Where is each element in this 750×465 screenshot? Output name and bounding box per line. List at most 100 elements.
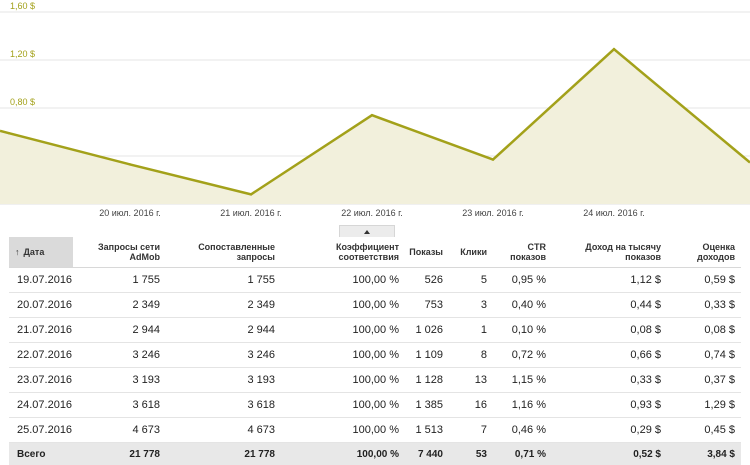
table-row: 25.07.20164 6734 673100,00 %1 51370,46 %… [9,418,741,443]
cell-ecpm: 0,52 $ [552,443,667,465]
cell-clicks: 16 [449,393,493,418]
cell-match-rate: 100,00 % [281,443,405,465]
data-point [371,114,373,116]
cell-date: 21.07.2016 [9,318,73,343]
cell-impressions: 1 513 [405,418,449,443]
table-row: 23.07.20163 1933 193100,00 %1 128131,15 … [9,368,741,393]
cell-earnings: 0,45 $ [667,418,741,443]
y-tick-label: 1,20 $ [10,49,35,59]
cell-impressions: 1 026 [405,318,449,343]
cell-date: Всего [9,443,73,465]
cell-requests: 21 778 [73,443,166,465]
cell-requests: 3 193 [73,368,166,393]
cell-clicks: 3 [449,293,493,318]
cell-clicks: 8 [449,343,493,368]
cell-clicks: 5 [449,268,493,293]
series-area [0,49,750,204]
data-point [250,193,252,195]
x-tick-label: 20 июл. 2016 г. [99,208,161,218]
cell-date: 25.07.2016 [9,418,73,443]
col-header-ecpm[interactable]: Доход на тысячу показов [552,237,667,268]
cell-match-rate: 100,00 % [281,268,405,293]
x-tick-label: 21 июл. 2016 г. [220,208,282,218]
data-point [613,48,615,50]
table-header-row: ↑ Дата Запросы сети AdMob Сопоставленные … [9,237,741,268]
cell-matched: 3 246 [166,343,281,368]
cell-clicks: 53 [449,443,493,465]
cell-clicks: 13 [449,368,493,393]
cell-matched: 21 778 [166,443,281,465]
cell-date: 20.07.2016 [9,293,73,318]
cell-earnings: 0,59 $ [667,268,741,293]
cell-ecpm: 0,66 $ [552,343,667,368]
cell-impressions: 1 109 [405,343,449,368]
col-header-impressions[interactable]: Показы [405,237,449,268]
cell-impressions: 1 385 [405,393,449,418]
col-header-matched[interactable]: Сопоставленные запросы [166,237,281,268]
sort-arrow-icon: ↑ [15,247,20,257]
cell-earnings: 1,29 $ [667,393,741,418]
cell-requests: 2 944 [73,318,166,343]
table-row: 20.07.20162 3492 349100,00 %75330,40 %0,… [9,293,741,318]
cell-ecpm: 0,33 $ [552,368,667,393]
cell-match-rate: 100,00 % [281,343,405,368]
cell-impressions: 7 440 [405,443,449,465]
col-header-earnings[interactable]: Оценка доходов [667,237,741,268]
table-row: 22.07.20163 2463 246100,00 %1 10980,72 %… [9,343,741,368]
cell-matched: 3 193 [166,368,281,393]
cell-ctr: 1,15 % [493,368,552,393]
cell-earnings: 0,74 $ [667,343,741,368]
cell-clicks: 7 [449,418,493,443]
cell-impressions: 526 [405,268,449,293]
cell-date: 24.07.2016 [9,393,73,418]
cell-ctr: 0,71 % [493,443,552,465]
cell-earnings: 0,33 $ [667,293,741,318]
cell-ctr: 0,95 % [493,268,552,293]
cell-earnings: 0,37 $ [667,368,741,393]
data-point [734,149,736,151]
cell-match-rate: 100,00 % [281,393,405,418]
x-tick-label: 23 июл. 2016 г. [462,208,524,218]
cell-match-rate: 100,00 % [281,293,405,318]
col-header-ctr[interactable]: CTR показов [493,237,552,268]
cell-ecpm: 0,08 $ [552,318,667,343]
data-point [129,163,131,165]
cell-ecpm: 0,44 $ [552,293,667,318]
cell-ecpm: 0,29 $ [552,418,667,443]
y-tick-label: 0,80 $ [10,97,35,107]
cell-matched: 2 349 [166,293,281,318]
cell-matched: 4 673 [166,418,281,443]
col-header-clicks[interactable]: Клики [449,237,493,268]
cell-requests: 2 349 [73,293,166,318]
cell-clicks: 1 [449,318,493,343]
cell-ctr: 0,72 % [493,343,552,368]
caret-up-icon [364,230,370,234]
cell-requests: 3 246 [73,343,166,368]
cell-matched: 1 755 [166,268,281,293]
col-header-date[interactable]: ↑ Дата [9,237,73,268]
y-tick-label: 1,60 $ [10,1,35,11]
cell-date: 22.07.2016 [9,343,73,368]
col-header-requests[interactable]: Запросы сети AdMob [73,237,166,268]
cell-requests: 1 755 [73,268,166,293]
data-point [8,132,10,134]
x-tick-label: 22 июл. 2016 г. [341,208,403,218]
cell-match-rate: 100,00 % [281,318,405,343]
earnings-chart: 0,40 $0,80 $1,20 $1,60 $20 июл. 2016 г.2… [0,0,750,228]
cell-impressions: 753 [405,293,449,318]
col-header-match-rate[interactable]: Коэффициент соответствия [281,237,405,268]
table-total-row: Всего21 77821 778100,00 %7 440530,71 %0,… [9,443,741,465]
cell-matched: 3 618 [166,393,281,418]
table-row: 24.07.20163 6183 618100,00 %1 385161,16 … [9,393,741,418]
cell-ecpm: 0,93 $ [552,393,667,418]
earnings-chart-svg: 0,40 $0,80 $1,20 $1,60 $20 июл. 2016 г.2… [0,0,750,228]
cell-ecpm: 1,12 $ [552,268,667,293]
cell-ctr: 0,10 % [493,318,552,343]
cell-ctr: 1,16 % [493,393,552,418]
table-row: 19.07.20161 7551 755100,00 %52650,95 %1,… [9,268,741,293]
cell-ctr: 0,46 % [493,418,552,443]
cell-match-rate: 100,00 % [281,418,405,443]
col-header-date-label: Дата [24,247,45,257]
collapse-chart-button[interactable] [339,225,395,237]
cell-earnings: 0,08 $ [667,318,741,343]
